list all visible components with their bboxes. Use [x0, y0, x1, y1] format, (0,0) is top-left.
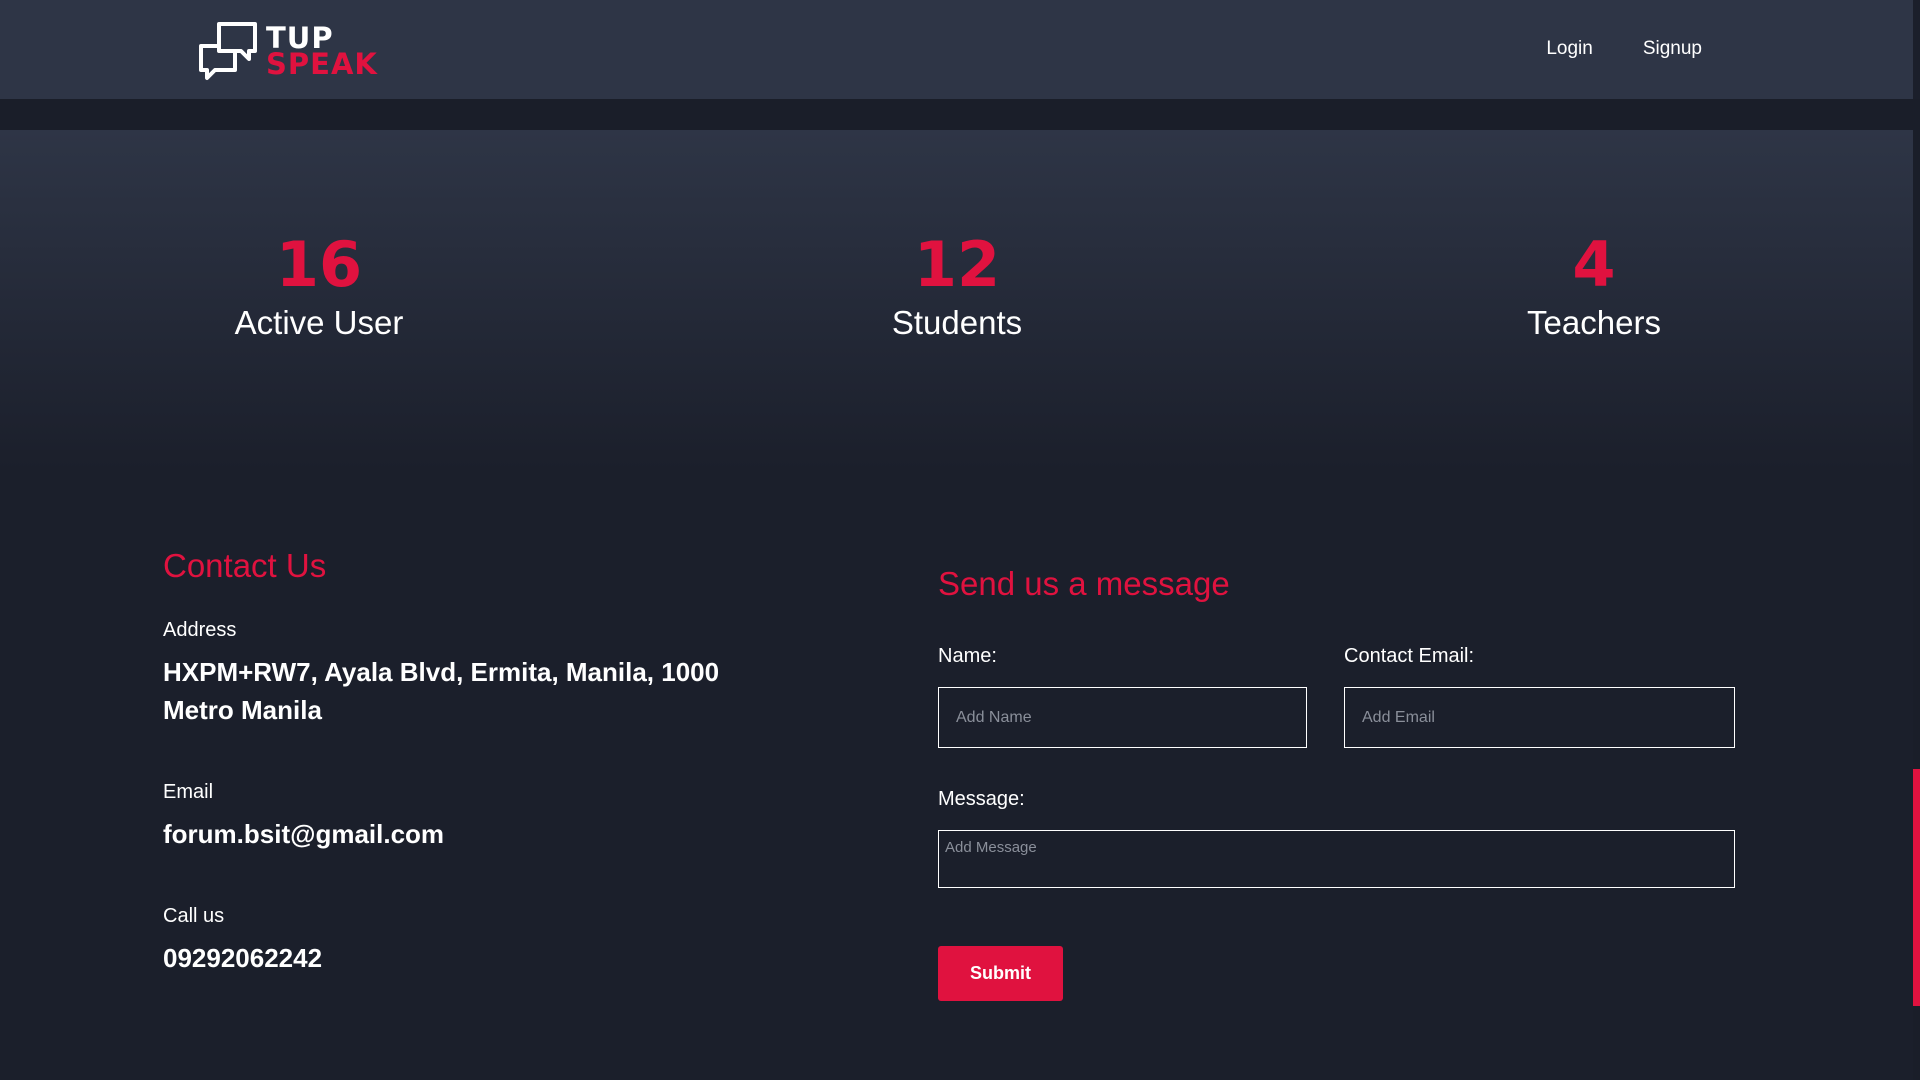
- stat-teachers: 4 Teachers: [1444, 230, 1744, 346]
- name-field-group: Name:: [938, 643, 1307, 748]
- address-line2: Metro Manila: [163, 695, 322, 725]
- scrollbar[interactable]: [1913, 99, 1920, 1080]
- scrollbar-thumb[interactable]: [1913, 769, 1920, 1006]
- message-form: Send us a message Name: Contact Email: M…: [938, 563, 1735, 1001]
- hero-bottom-strip: [0, 99, 1913, 130]
- stat-active-users: 16 Active User: [169, 230, 469, 346]
- name-input[interactable]: [938, 687, 1307, 748]
- top-navbar: TUP SPEAK Login Signup: [0, 0, 1913, 99]
- signup-link[interactable]: Signup: [1643, 38, 1702, 60]
- stat-value: 12: [913, 228, 1001, 301]
- stat-label: Students: [891, 304, 1023, 341]
- email-value[interactable]: forum.bsit@gmail.com: [163, 815, 763, 853]
- call-label: Call us: [163, 905, 225, 927]
- brand-logo[interactable]: TUP SPEAK: [198, 20, 378, 82]
- address-line1: HXPM+RW7, Ayala Blvd, Ermita, Manila, 10…: [163, 657, 720, 687]
- message-input[interactable]: [938, 830, 1735, 888]
- address-label: Address: [163, 619, 237, 641]
- contact-section: Contact Us Address HXPM+RW7, Ayala Blvd,…: [163, 545, 763, 977]
- message-label: Message:: [938, 788, 1025, 810]
- contact-title: Contact Us: [163, 547, 327, 584]
- stat-value: 16: [275, 228, 363, 301]
- email-field-group: Contact Email:: [1344, 643, 1735, 748]
- stat-label: Active User: [234, 304, 404, 341]
- speech-bubbles-icon: [199, 22, 257, 80]
- form-title: Send us a message: [938, 565, 1230, 602]
- stats-section: 16 Active User 12 Students 4 Teachers: [0, 130, 1913, 470]
- brand-name-line2: SPEAK: [266, 47, 378, 81]
- login-link[interactable]: Login: [1546, 38, 1593, 60]
- email-label: Email: [163, 781, 214, 803]
- stat-students: 12 Students: [807, 230, 1107, 346]
- brand-wordmark: TUP SPEAK: [266, 24, 378, 81]
- phone-value[interactable]: 09292062242: [163, 939, 763, 977]
- submit-button[interactable]: Submit: [938, 946, 1063, 1001]
- stat-label: Teachers: [1527, 304, 1661, 341]
- name-label: Name:: [938, 645, 997, 667]
- email-input[interactable]: [1344, 687, 1735, 748]
- email-field-label: Contact Email:: [1344, 645, 1475, 667]
- stat-value: 4: [1572, 228, 1616, 301]
- message-field-group: Message:: [938, 786, 1735, 893]
- nav-links: Login Signup: [1546, 38, 1702, 60]
